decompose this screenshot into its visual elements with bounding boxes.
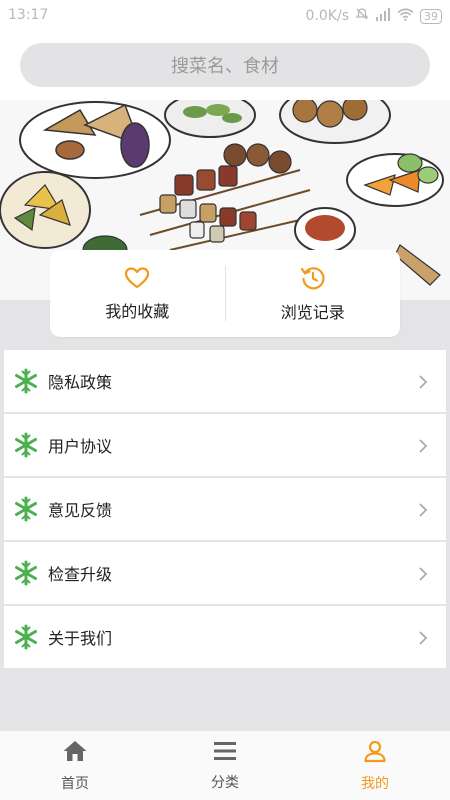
menu-item-about[interactable]: 关于我们: [4, 606, 446, 668]
menu-item-privacy[interactable]: 隐私政策: [4, 350, 446, 412]
chevron-right-icon: [416, 438, 430, 453]
bottom-nav: 首页 分类 我的: [0, 730, 450, 800]
home-icon: [62, 739, 88, 767]
mute-icon: [355, 7, 369, 25]
chevron-right-icon: [416, 374, 430, 389]
chevron-right-icon: [416, 630, 430, 645]
search-input[interactable]: 搜菜名、食材: [20, 43, 430, 87]
menu-lines-icon: [213, 740, 237, 766]
user-icon: [363, 739, 387, 767]
nav-mine-label: 我的: [361, 775, 389, 792]
favorites-button[interactable]: 我的收藏: [50, 250, 225, 337]
battery-indicator: 39: [420, 8, 442, 24]
menu-item-feedback[interactable]: 意见反馈: [4, 478, 446, 540]
chevron-right-icon: [416, 502, 430, 517]
menu-item-label: 关于我们: [48, 629, 113, 648]
history-label: 浏览记录: [280, 302, 345, 322]
status-bar: 13:17 0.0K/s 39: [0, 0, 450, 32]
settings-menu: 隐私政策 用户协议 意见反馈 检查升级 关于我们: [4, 350, 446, 670]
menu-item-agreement[interactable]: 用户协议: [4, 414, 446, 476]
wifi-icon: [397, 7, 414, 25]
snowflake-icon: [12, 623, 40, 651]
menu-item-label: 隐私政策: [48, 373, 113, 392]
network-speed: 0.0K/s: [305, 8, 349, 24]
snowflake-icon: [12, 431, 40, 459]
search-area: 搜菜名、食材: [0, 32, 450, 100]
snowflake-icon: [12, 495, 40, 523]
menu-item-check-update[interactable]: 检查升级: [4, 542, 446, 604]
nav-mine[interactable]: 我的: [300, 731, 450, 800]
menu-item-label: 用户协议: [48, 437, 113, 456]
nav-home[interactable]: 首页: [0, 731, 150, 800]
status-icons: 0.0K/s 39: [306, 7, 442, 25]
menu-item-label: 意见反馈: [48, 501, 113, 520]
favorites-label: 我的收藏: [105, 301, 170, 321]
snowflake-icon: [12, 367, 40, 395]
nav-category-label: 分类: [211, 774, 239, 791]
heart-icon: [124, 266, 150, 290]
history-button[interactable]: 浏览记录: [226, 250, 401, 337]
history-icon: [300, 265, 326, 291]
nav-home-label: 首页: [61, 775, 89, 792]
quick-action-card: 我的收藏 浏览记录: [50, 250, 400, 337]
status-time: 13:17: [8, 7, 49, 23]
nav-category[interactable]: 分类: [150, 731, 300, 800]
snowflake-icon: [12, 559, 40, 587]
menu-item-label: 检查升级: [48, 565, 113, 584]
signal-icon: [375, 7, 391, 25]
chevron-right-icon: [416, 566, 430, 581]
